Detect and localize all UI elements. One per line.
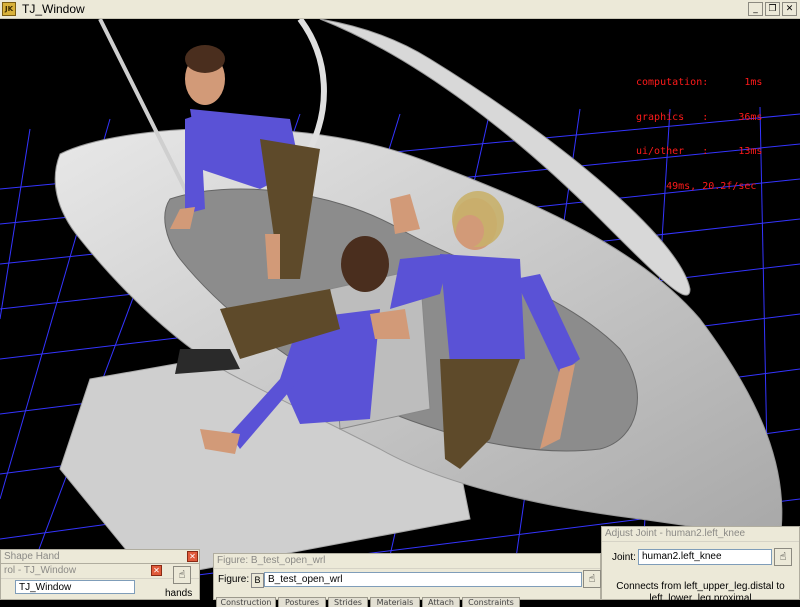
- tab-constraints[interactable]: Constraints: [462, 597, 520, 607]
- 3d-viewport[interactable]: computation: 1ms graphics : 36ms ui/othe…: [0, 19, 800, 600]
- figure-label: Figure:: [218, 574, 250, 585]
- stat-ui-other: ui/other : 13ms: [636, 146, 763, 157]
- window-title: TJ_Window: [22, 2, 85, 16]
- close-icon: ✕: [785, 4, 794, 14]
- figure-pick-button[interactable]: ☝: [583, 570, 601, 588]
- stat-total: 49ms, 20.2f/sec: [636, 180, 757, 192]
- figure-name-field[interactable]: B_test_open_wrl: [264, 572, 582, 587]
- tab-postures[interactable]: Postures: [278, 597, 326, 607]
- joint-name-field[interactable]: human2.left_knee: [638, 549, 772, 565]
- pick-hand-button[interactable]: ☝: [173, 566, 191, 584]
- jack-app-icon: JK: [2, 2, 16, 16]
- joint-pick-button[interactable]: ☝: [774, 548, 792, 566]
- control-panel-title: rol - TJ_Window: [1, 564, 199, 579]
- control-panel[interactable]: rol - TJ_Window ✕ TJ_Window ☝ hands: [0, 563, 200, 600]
- hand-pointer-icon: ☝: [178, 568, 186, 581]
- adjust-joint-panel[interactable]: Adjust Joint - human2.left_knee Joint: h…: [601, 526, 800, 604]
- connects-from-text: Connects from left_upper_leg.distal to: [616, 581, 785, 592]
- render-stats: computation: 1ms graphics : 36ms ui/othe…: [636, 54, 762, 215]
- maximize-icon: ❐: [768, 4, 777, 14]
- hand-pointer-icon: ☝: [779, 550, 787, 563]
- figure-type-badge: B: [251, 573, 264, 588]
- close-icon: ✕: [189, 552, 196, 561]
- joint-label: Joint:: [612, 552, 636, 563]
- window-name-field[interactable]: TJ_Window: [15, 580, 135, 594]
- maximize-button[interactable]: ❐: [765, 2, 780, 16]
- figure-panel[interactable]: Figure: B_test_open_wrl Figure: B B_test…: [213, 553, 601, 607]
- window-title-bar[interactable]: JK TJ_Window _ ❐ ✕: [0, 0, 800, 19]
- tab-attach[interactable]: Attach: [422, 597, 460, 607]
- minimize-icon: _: [753, 4, 758, 14]
- figure-panel-title: Figure: B_test_open_wrl: [214, 554, 600, 569]
- close-button[interactable]: ✕: [782, 2, 797, 16]
- figure-tabs: Construction Postures Strides Materials …: [216, 597, 598, 607]
- adjust-joint-title: Adjust Joint - human2.left_knee: [602, 527, 799, 542]
- stat-graphics: graphics : 36ms: [636, 111, 763, 123]
- shape-hand-close-button[interactable]: ✕: [187, 551, 198, 562]
- tab-construction[interactable]: Construction: [216, 597, 276, 607]
- close-icon: ✕: [153, 566, 160, 575]
- minimize-button[interactable]: _: [748, 2, 763, 16]
- stat-computation: computation: 1ms: [636, 77, 763, 88]
- control-close-button[interactable]: ✕: [151, 565, 162, 576]
- canopy-strut-2: [297, 19, 327, 151]
- tab-materials[interactable]: Materials: [370, 597, 420, 607]
- connects-to-text: left_lower_leg.proximal: [649, 593, 752, 604]
- tab-strides[interactable]: Strides: [328, 597, 368, 607]
- hand-pointer-icon: ☝: [588, 572, 596, 585]
- hands-label: hands: [165, 588, 193, 599]
